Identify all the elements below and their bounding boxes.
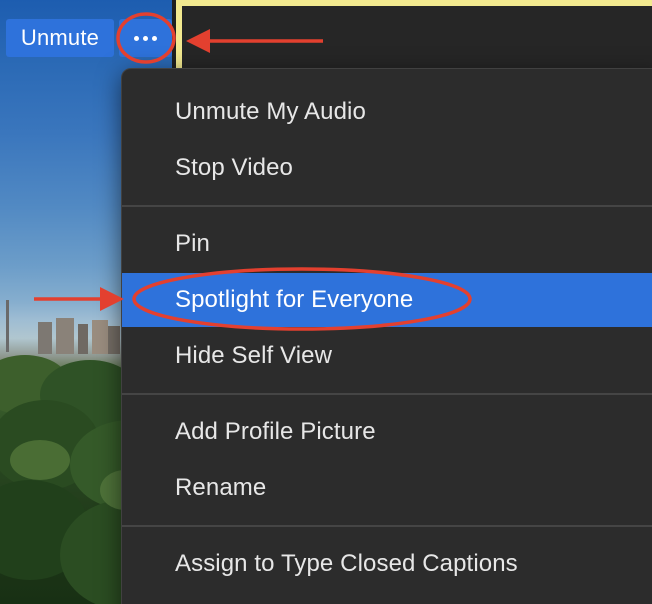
menu-divider xyxy=(122,393,652,395)
menu-item-assign-closed-captions[interactable]: Assign to Type Closed Captions xyxy=(122,537,652,591)
skyline-building xyxy=(6,300,9,352)
skyline-building xyxy=(92,320,108,354)
menu-divider xyxy=(122,205,652,207)
skyline-building xyxy=(108,326,120,354)
more-dots-icon xyxy=(134,35,157,41)
skyline-building xyxy=(78,324,88,354)
skyline-building xyxy=(56,318,74,354)
menu-item-add-profile-picture[interactable]: Add Profile Picture xyxy=(122,405,652,459)
participant-context-menu: Unmute My Audio Stop Video Pin Spotlight… xyxy=(121,68,652,604)
unmute-button[interactable]: Unmute xyxy=(6,19,114,57)
menu-item-stop-video[interactable]: Stop Video xyxy=(122,141,652,195)
menu-item-rename[interactable]: Rename xyxy=(122,461,652,515)
menu-item-hide-self-view[interactable]: Hide Self View xyxy=(122,329,652,383)
tree-canopy xyxy=(10,440,70,480)
menu-divider xyxy=(122,525,652,527)
skyline-building xyxy=(38,322,52,354)
menu-item-spotlight-for-everyone[interactable]: Spotlight for Everyone xyxy=(122,273,652,327)
active-speaker-border xyxy=(176,0,652,12)
menu-item-pin[interactable]: Pin xyxy=(122,217,652,271)
more-options-button[interactable] xyxy=(119,19,172,57)
menu-item-unmute-my-audio[interactable]: Unmute My Audio xyxy=(122,85,652,139)
meeting-window: Unmute Unmute My Audio Stop Video Pin Sp… xyxy=(0,0,652,604)
